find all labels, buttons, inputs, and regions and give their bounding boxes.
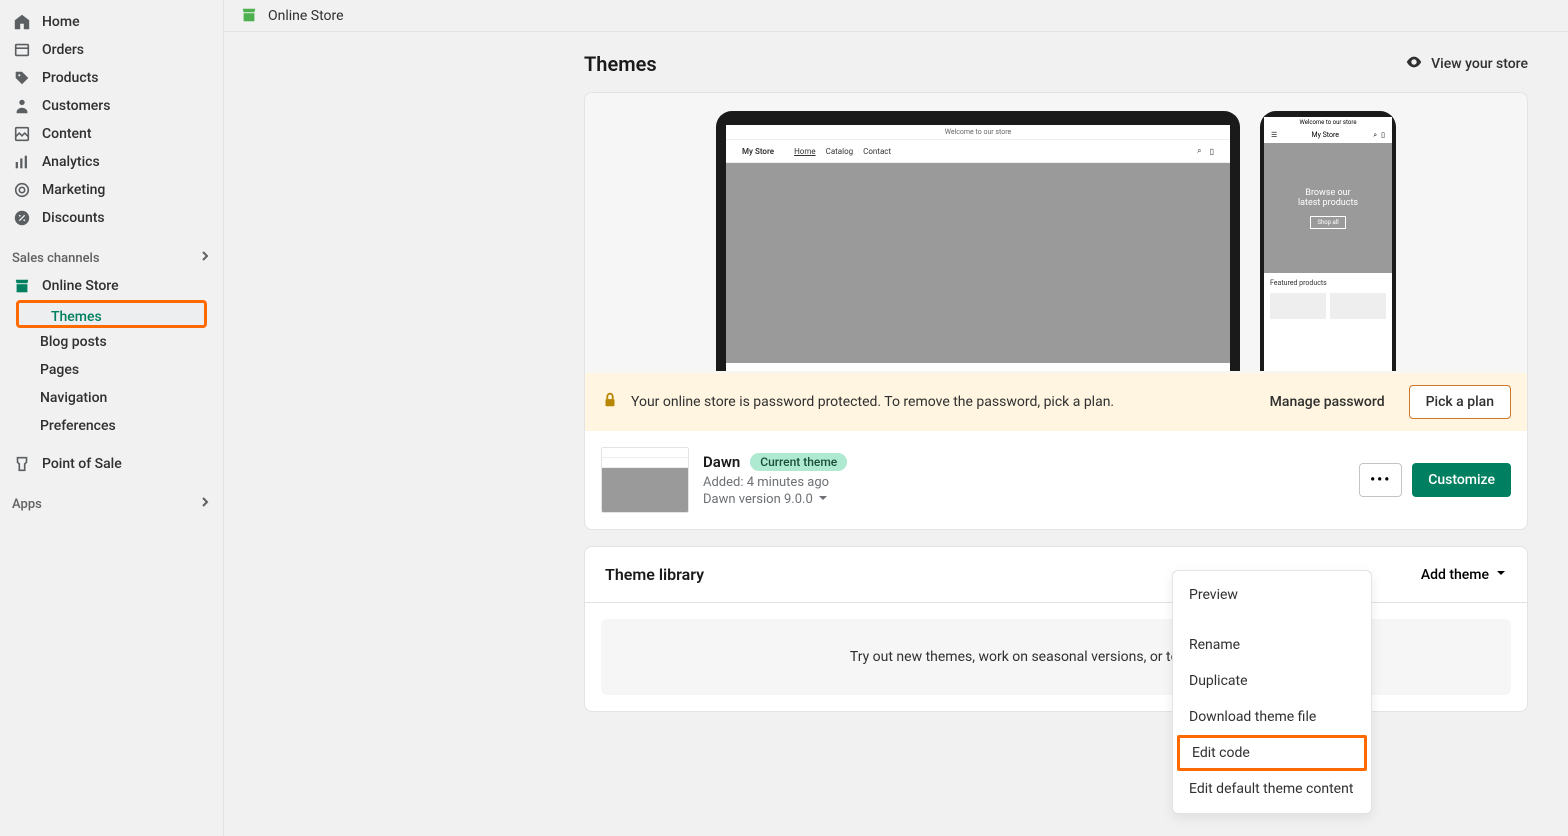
products-icon: [12, 68, 32, 88]
sidebar-item-analytics[interactable]: Analytics: [0, 148, 223, 176]
store-icon: [12, 276, 32, 296]
sidebar-item-discounts[interactable]: Discounts: [0, 204, 223, 232]
chevron-right-icon: [199, 250, 211, 266]
mobile-hero-line1: Browse our: [1298, 188, 1358, 198]
pick-plan-button[interactable]: Pick a plan: [1409, 385, 1511, 419]
sidebar-item-customers[interactable]: Customers: [0, 92, 223, 120]
page-header: Themes View your store: [224, 32, 1568, 92]
theme-thumbnail: [601, 447, 689, 513]
search-icon: ⌕: [1197, 146, 1201, 156]
apps-header-label: Apps: [12, 497, 42, 512]
sales-header-label: Sales channels: [12, 251, 100, 266]
preview-announce: Welcome to our store: [726, 125, 1230, 139]
sidebar-item-label: Discounts: [42, 210, 105, 226]
sidebar-subitem-navigation[interactable]: Navigation: [0, 384, 223, 412]
sidebar-item-content[interactable]: Content: [0, 120, 223, 148]
preview-announce: Welcome to our store: [1264, 117, 1392, 128]
manage-password-button[interactable]: Manage password: [1258, 386, 1397, 418]
sidebar-item-pos[interactable]: Point of Sale: [0, 450, 223, 478]
mobile-hero-btn: Shop all: [1310, 216, 1345, 229]
theme-added: Added: 4 minutes ago: [703, 475, 1345, 490]
add-theme-label: Add theme: [1421, 567, 1489, 583]
menu-icon: ☰: [1271, 131, 1277, 140]
password-banner: Your online store is password protected.…: [585, 373, 1527, 431]
customers-icon: [12, 96, 32, 116]
preview-nav-home: Home: [794, 147, 816, 156]
library-empty-text: Try out new themes, work on seasonal ver…: [601, 619, 1511, 695]
menu-rename[interactable]: Rename: [1173, 627, 1371, 663]
mobile-hero-line2: latest products: [1298, 198, 1358, 208]
menu-download[interactable]: Download theme file: [1173, 699, 1371, 735]
sidebar: Home Orders Products Customers Content A…: [0, 0, 224, 836]
sidebar-subitem-preferences[interactable]: Preferences: [0, 412, 223, 440]
library-title: Theme library: [605, 565, 704, 584]
menu-duplicate[interactable]: Duplicate: [1173, 663, 1371, 699]
theme-preview-card: Welcome to our store My Store Home Catal…: [584, 92, 1528, 530]
chevron-right-icon: [199, 496, 211, 512]
menu-edit-default[interactable]: Edit default theme content: [1173, 771, 1371, 807]
sidebar-subitem-pages[interactable]: Pages: [0, 356, 223, 384]
store-icon: [240, 6, 260, 26]
topbar-title: Online Store: [268, 8, 344, 24]
preview-nav-contact: Contact: [863, 147, 891, 156]
eye-icon: [1405, 53, 1423, 75]
bag-icon: ▯: [1210, 147, 1214, 156]
search-icon: ⌕: [1373, 131, 1377, 140]
sidebar-subitem-blog-posts[interactable]: Blog posts: [0, 328, 223, 356]
content-icon: [12, 124, 32, 144]
chevron-down-icon[interactable]: [817, 492, 829, 508]
marketing-icon: [12, 180, 32, 200]
sidebar-item-orders[interactable]: Orders: [0, 36, 223, 64]
add-theme-button[interactable]: Add theme: [1421, 567, 1507, 583]
orders-icon: [12, 40, 32, 60]
topbar: Online Store: [224, 0, 1568, 32]
pos-icon: [12, 454, 32, 474]
preview-section: Welcome to our store My Store Home Catal…: [585, 93, 1527, 373]
page-title: Themes: [584, 52, 657, 76]
theme-version: Dawn version 9.0.0: [703, 492, 813, 507]
sidebar-item-label: Content: [42, 126, 92, 142]
sidebar-item-label: Marketing: [42, 182, 105, 198]
home-icon: [12, 12, 32, 32]
more-actions-button[interactable]: •••: [1359, 463, 1402, 497]
sidebar-subitem-themes[interactable]: Themes: [16, 300, 207, 328]
sidebar-item-products[interactable]: Products: [0, 64, 223, 92]
current-theme-badge: Current theme: [750, 453, 847, 471]
sidebar-item-label: Home: [42, 14, 80, 30]
discounts-icon: [12, 208, 32, 228]
sidebar-item-label: Products: [42, 70, 99, 86]
menu-preview[interactable]: Preview: [1173, 577, 1371, 613]
dots-icon: •••: [1370, 472, 1391, 488]
preview-store-name: My Store: [742, 147, 774, 156]
preview-nav-catalog: Catalog: [826, 147, 854, 156]
sidebar-item-label: Analytics: [42, 154, 100, 170]
lock-icon: [601, 391, 619, 413]
sidebar-item-label: Customers: [42, 98, 110, 114]
mobile-preview: Welcome to our store ☰ My Store ⌕ ▯ Brow…: [1260, 111, 1396, 371]
sidebar-item-label: Point of Sale: [42, 456, 122, 472]
preview-store-name: My Store: [1311, 131, 1339, 140]
sales-channels-header[interactable]: Sales channels: [0, 244, 223, 272]
theme-actions-menu: Preview Rename Duplicate Download theme …: [1172, 570, 1372, 814]
chevron-down-icon: [1495, 567, 1507, 583]
featured-label: Featured products: [1264, 273, 1392, 293]
sidebar-item-home[interactable]: Home: [0, 8, 223, 36]
apps-header[interactable]: Apps: [0, 490, 223, 518]
menu-edit-code[interactable]: Edit code: [1177, 735, 1367, 771]
bag-icon: ▯: [1381, 131, 1385, 140]
theme-name: Dawn: [703, 453, 740, 471]
sidebar-item-online-store[interactable]: Online Store: [0, 272, 223, 300]
banner-text: Your online store is password protected.…: [631, 394, 1246, 410]
customize-button[interactable]: Customize: [1412, 463, 1511, 497]
analytics-icon: [12, 152, 32, 172]
current-theme-row: Dawn Current theme Added: 4 minutes ago …: [585, 431, 1527, 529]
sidebar-item-label: Online Store: [42, 278, 119, 294]
theme-library-card: Theme library Add theme Try out new them…: [584, 546, 1528, 712]
sidebar-item-marketing[interactable]: Marketing: [0, 176, 223, 204]
view-store-label: View your store: [1431, 56, 1528, 72]
sidebar-item-label: Orders: [42, 42, 84, 58]
desktop-preview: Welcome to our store My Store Home Catal…: [716, 111, 1240, 371]
view-store-link[interactable]: View your store: [1405, 53, 1528, 75]
